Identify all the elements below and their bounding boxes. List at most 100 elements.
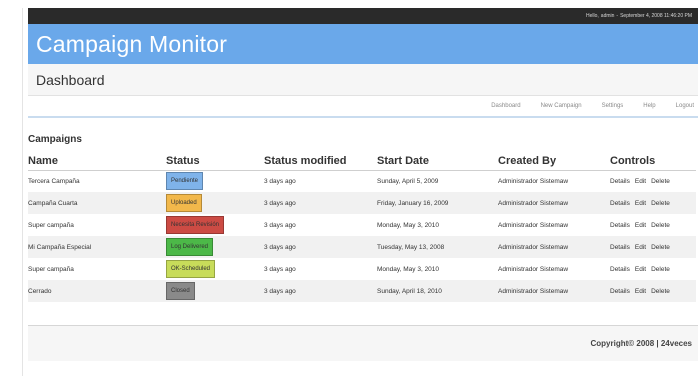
status-modified: 3 days ago: [264, 177, 296, 185]
start-date: Monday, May 3, 2010: [377, 221, 440, 229]
app-header: Campaign Monitor: [28, 24, 698, 64]
details-link[interactable]: Details: [610, 288, 630, 295]
campaigns-table: Name Status Status modified Start Date C…: [28, 153, 696, 302]
app-window: Hello, admin - September 4, 2008 11:46:2…: [28, 8, 698, 376]
campaign-name: Cerrado: [28, 287, 52, 295]
edit-link[interactable]: Edit: [635, 200, 646, 207]
table-row: Tercera Campaña Pendiente 3 days ago Sunday…: [28, 170, 696, 192]
status-badge: Closed: [166, 282, 195, 300]
status-badge: Pendiente: [166, 172, 204, 191]
status-badge: OK-Scheduled: [166, 260, 216, 278]
details-link[interactable]: Details: [610, 222, 630, 229]
campaign-name: Campaña Cuarta: [28, 199, 78, 207]
campaign-name-cell: Super campaña: [28, 214, 166, 236]
delete-link[interactable]: Delete: [651, 222, 670, 229]
col-status: Status: [166, 153, 264, 171]
edit-link[interactable]: Edit: [635, 288, 646, 295]
page-header: Dashboard: [28, 64, 698, 96]
campaign-name: Super campaña: [28, 265, 74, 273]
start-date-cell: Sunday, April 5, 2009: [377, 170, 498, 192]
status-modified: 3 days ago: [264, 287, 296, 295]
campaign-name: Mi Campaña Especial: [28, 243, 92, 251]
start-date-cell: Friday, January 16, 2009: [377, 192, 498, 214]
status-badge: Necesita Revisión: [166, 216, 225, 234]
created-by: Administrador Sistemaw: [498, 287, 569, 295]
start-date-cell: Sunday, April 18, 2010: [377, 280, 498, 302]
controls-cell: Details Edit Delete: [610, 236, 696, 258]
details-link[interactable]: Details: [610, 200, 630, 207]
table-row: Cerrado Closed 3 days ago Sunday, April 18,…: [28, 280, 696, 302]
created-by-cell: Administrador Sistemaw: [498, 192, 610, 214]
start-date-cell: Monday, May 3, 2010: [377, 214, 498, 236]
delete-link[interactable]: Delete: [651, 266, 670, 273]
controls-cell: Details Edit Delete: [610, 214, 696, 236]
nav-settings[interactable]: Settings: [602, 103, 624, 109]
status-modified: 3 days ago: [264, 243, 296, 251]
user-name: admin: [600, 13, 615, 19]
nav-dashboard[interactable]: Dashboard: [491, 103, 520, 109]
table-row: Super campaña Necesita Revisión 3 days ago…: [28, 214, 696, 236]
campaign-name: Super campaña: [28, 221, 74, 229]
status-badge-cell: Uploaded: [166, 192, 264, 214]
edit-link[interactable]: Edit: [635, 266, 646, 273]
created-by: Administrador Sistemaw: [498, 177, 569, 185]
created-by-cell: Administrador Sistemaw: [498, 236, 610, 258]
details-link[interactable]: Details: [610, 244, 630, 251]
nav-help[interactable]: Help: [643, 103, 655, 109]
delete-link[interactable]: Delete: [651, 178, 670, 185]
campaign-name-cell: Mi Campaña Especial: [28, 236, 166, 258]
page-title: Dashboard: [36, 71, 105, 88]
campaign-rows: Tercera Campaña Pendiente 3 days ago Sunday…: [28, 170, 696, 302]
created-by-cell: Administrador Sistemaw: [498, 280, 610, 302]
edit-link[interactable]: Edit: [635, 244, 646, 251]
status-badge: Log Delivered: [166, 238, 214, 256]
copyright: Copyright© 2008 | 24veces: [590, 339, 692, 348]
created-by: Administrador Sistemaw: [498, 243, 569, 251]
status-badge: Uploaded: [166, 194, 202, 212]
edit-link[interactable]: Edit: [635, 178, 646, 185]
table-row: Campaña Cuarta Uploaded 3 days ago Friday, …: [28, 192, 696, 214]
greeting-text: Hello,: [586, 13, 599, 19]
created-by: Administrador Sistemaw: [498, 199, 569, 207]
delete-link[interactable]: Delete: [651, 200, 670, 207]
created-by: Administrador Sistemaw: [498, 221, 569, 229]
table-row: Super campaña OK-Scheduled 3 days ago Monda…: [28, 258, 696, 280]
col-start-date: Start Date: [377, 153, 498, 171]
footer: Copyright© 2008 | 24veces: [28, 325, 698, 361]
col-created-by: Created By: [498, 153, 610, 171]
status-modified-cell: 3 days ago: [264, 214, 377, 236]
status-badge-cell: Closed: [166, 280, 264, 302]
table-header-row: Name Status Status modified Start Date C…: [28, 153, 696, 171]
controls-cell: Details Edit Delete: [610, 258, 696, 280]
nav-logout[interactable]: Logout: [676, 103, 694, 109]
separator: -: [616, 13, 619, 19]
delete-link[interactable]: Delete: [651, 288, 670, 295]
created-by-cell: Administrador Sistemaw: [498, 214, 610, 236]
campaign-name-cell: Super campaña: [28, 258, 166, 280]
delete-link[interactable]: Delete: [651, 244, 670, 251]
status-badge-cell: OK-Scheduled: [166, 258, 264, 280]
status-modified: 3 days ago: [264, 221, 296, 229]
app-title: Campaign Monitor: [36, 30, 228, 57]
table-row: Mi Campaña Especial Log Delivered 3 days a…: [28, 236, 696, 258]
start-date: Sunday, April 18, 2010: [377, 287, 442, 295]
status-modified-cell: 3 days ago: [264, 280, 377, 302]
details-link[interactable]: Details: [610, 178, 630, 185]
campaign-name: Tercera Campaña: [28, 177, 80, 185]
status-badge-cell: Log Delivered: [166, 236, 264, 258]
start-date: Tuesday, May 13, 2008: [377, 243, 445, 251]
status-modified-cell: 3 days ago: [264, 236, 377, 258]
main-nav: Dashboard New Campaign Settings Help Log…: [28, 96, 698, 118]
created-by: Administrador Sistemaw: [498, 265, 569, 273]
start-date-cell: Tuesday, May 13, 2008: [377, 236, 498, 258]
status-badge-cell: Necesita Revisión: [166, 214, 264, 236]
controls-cell: Details Edit Delete: [610, 280, 696, 302]
edit-link[interactable]: Edit: [635, 222, 646, 229]
created-by-cell: Administrador Sistemaw: [498, 170, 610, 192]
status-modified: 3 days ago: [264, 265, 296, 273]
col-status-modified: Status modified: [264, 153, 377, 171]
nav-new-campaign[interactable]: New Campaign: [541, 103, 582, 109]
campaign-name-cell: Cerrado: [28, 280, 166, 302]
details-link[interactable]: Details: [610, 266, 630, 273]
status-modified-cell: 3 days ago: [264, 192, 377, 214]
